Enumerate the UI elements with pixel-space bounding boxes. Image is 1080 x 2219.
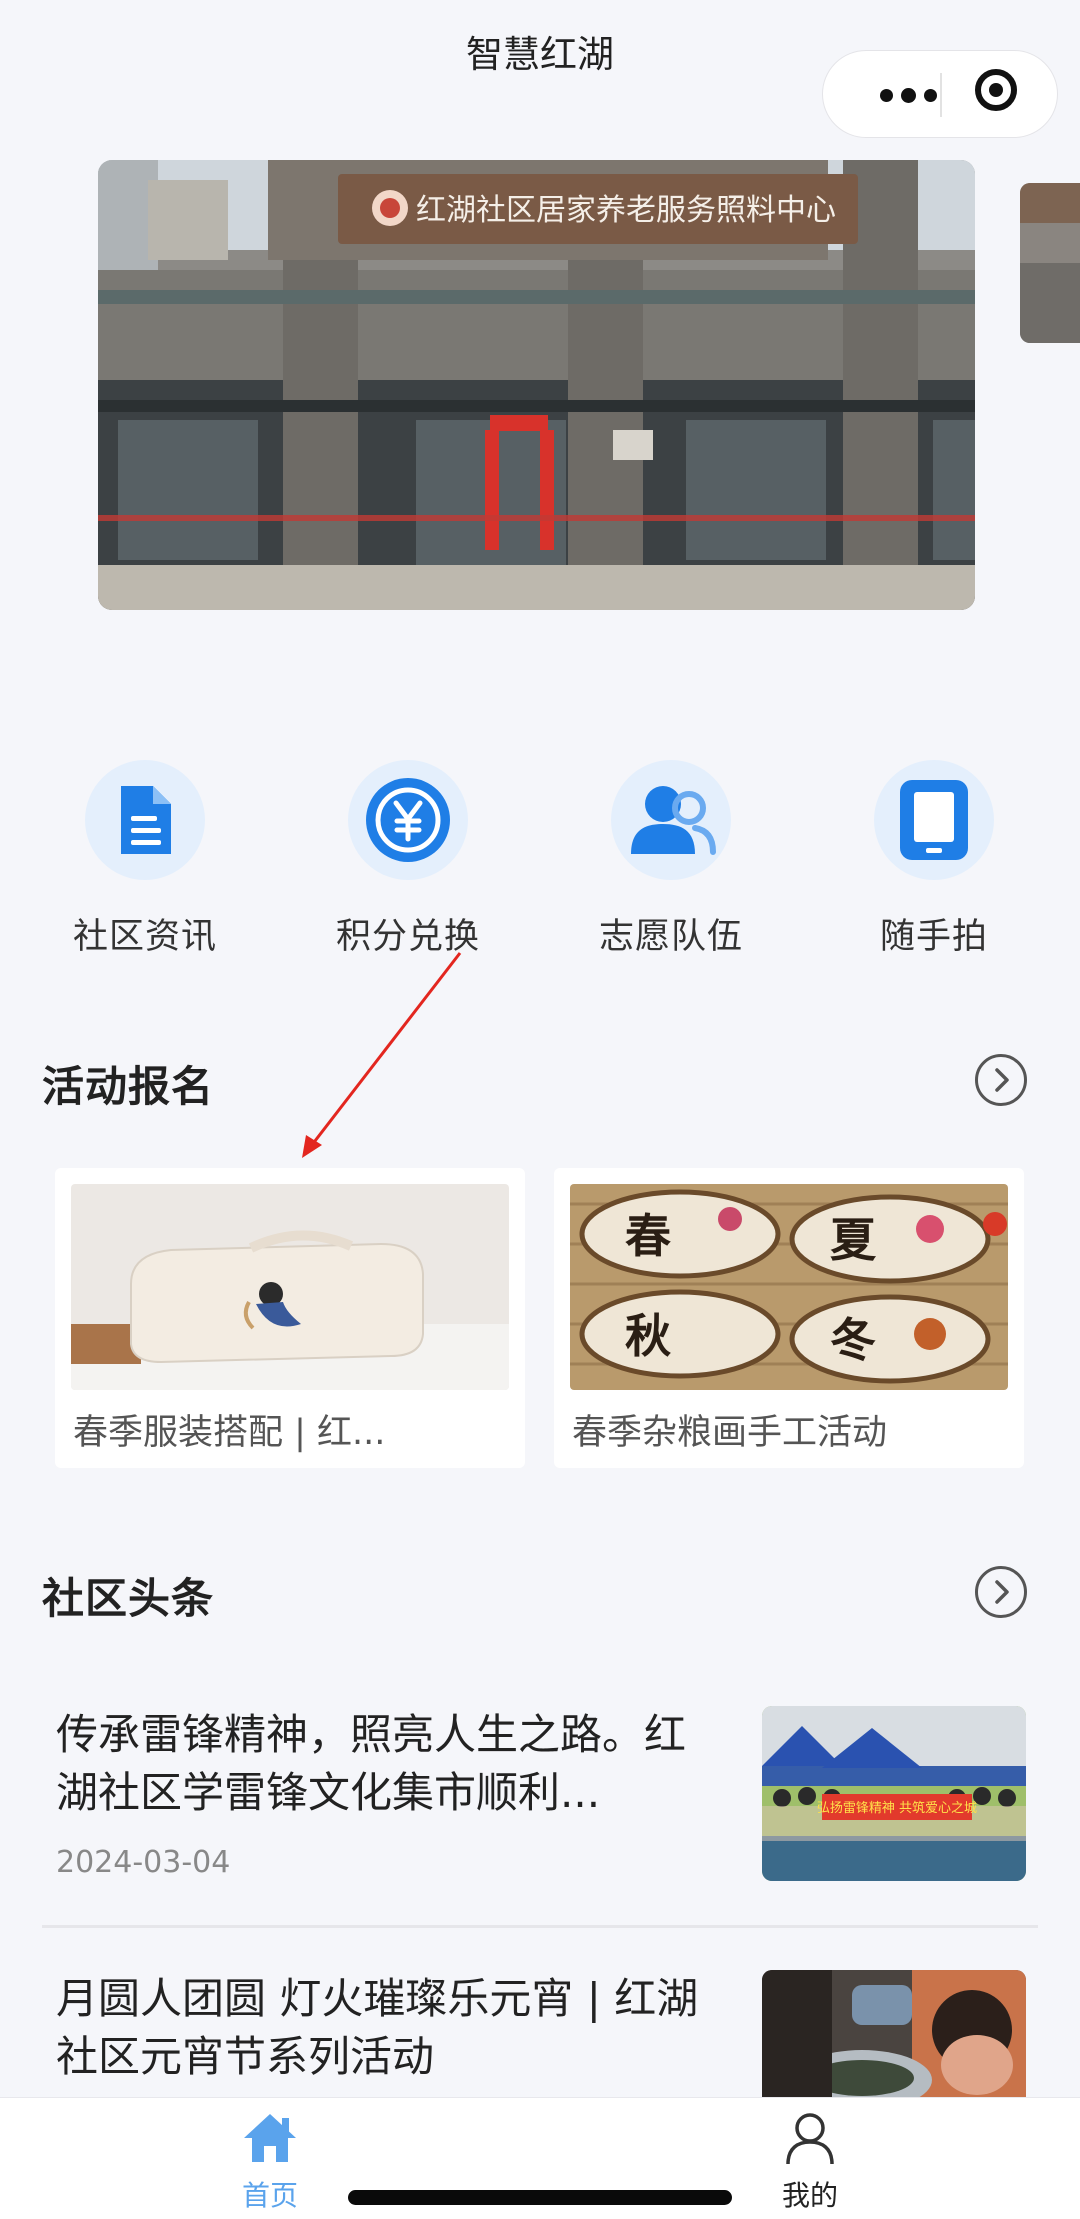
quick-link-community-news[interactable]: 社区资讯: [25, 760, 265, 959]
quick-link-snapshot[interactable]: 随手拍: [814, 760, 1054, 959]
news-item-title[interactable]: 传承雷锋精神，照亮人生之路。红湖社区学雷锋文化集市顺利...: [56, 1706, 716, 1822]
home-indicator: [348, 2190, 732, 2205]
banner-next-preview[interactable]: [1020, 183, 1080, 343]
close-program-icon[interactable]: [975, 69, 1017, 111]
news-thumb-banner-text: 弘扬雷锋精神 共筑爱心之城: [817, 1800, 977, 1816]
activity-card-image-text: 冬: [830, 1313, 876, 1367]
activity-card-image: 春 夏 秋 冬: [570, 1184, 1008, 1390]
news-item-title[interactable]: 月圆人团圆 灯火璀璨乐元宵 | 红湖社区元宵节系列活动: [56, 1970, 716, 2086]
mini-program-capsule: [822, 50, 1058, 138]
quick-link-volunteer-team[interactable]: 志愿队伍: [551, 760, 791, 959]
activity-card-caption: 春季杂粮画手工活动: [572, 1413, 888, 1453]
tab-home-label: 首页: [241, 2179, 298, 2212]
quick-link-label: 志愿队伍: [598, 917, 743, 957]
activity-card-image-text: 秋: [625, 1309, 671, 1363]
capsule-divider: [940, 73, 942, 117]
news-section-title: 社区头条: [42, 1574, 215, 1623]
quick-link-points-exchange[interactable]: 积分兑换: [288, 760, 528, 959]
activity-more-icon[interactable]: [975, 1054, 1027, 1106]
news-item-date: 2024-03-04: [56, 1845, 231, 1880]
banner-image[interactable]: 红湖社区居家养老服务照料中心: [98, 160, 975, 610]
banner-sign-text: 红湖社区居家养老服务照料中心: [416, 193, 836, 228]
news-more-icon[interactable]: [975, 1566, 1027, 1618]
quick-link-label: 社区资讯: [72, 917, 217, 957]
activity-card-image-text: 夏: [830, 1213, 877, 1267]
activity-section-title: 活动报名: [42, 1062, 215, 1111]
news-item-thumbnail[interactable]: [762, 1970, 1026, 2097]
tab-mine-label: 我的: [781, 2179, 838, 2212]
tab-home[interactable]: 首页: [190, 2110, 350, 2214]
yuan-coin-icon: [348, 760, 468, 880]
tab-mine[interactable]: 我的: [730, 2110, 890, 2214]
home-icon: [244, 2114, 296, 2162]
activity-card[interactable]: 春季服装搭配 | 红...: [55, 1168, 525, 1468]
activity-card[interactable]: 春 夏 秋 冬 春季杂粮画手工活动: [554, 1168, 1024, 1468]
activity-card-image: [71, 1184, 509, 1390]
activity-card-image-text: 春: [625, 1209, 671, 1263]
news-item-thumbnail[interactable]: 弘扬雷锋精神 共筑爱心之城: [762, 1706, 1026, 1881]
tablet-icon: [874, 760, 994, 880]
annotation-arrow: [302, 952, 462, 1158]
user-icon: [786, 2113, 834, 2165]
activity-card-caption: 春季服装搭配 | 红...: [73, 1413, 386, 1453]
volunteers-icon: [611, 760, 731, 880]
document-icon: [85, 760, 205, 880]
quick-link-label: 随手拍: [879, 917, 988, 957]
news-divider: [42, 1925, 1038, 1928]
